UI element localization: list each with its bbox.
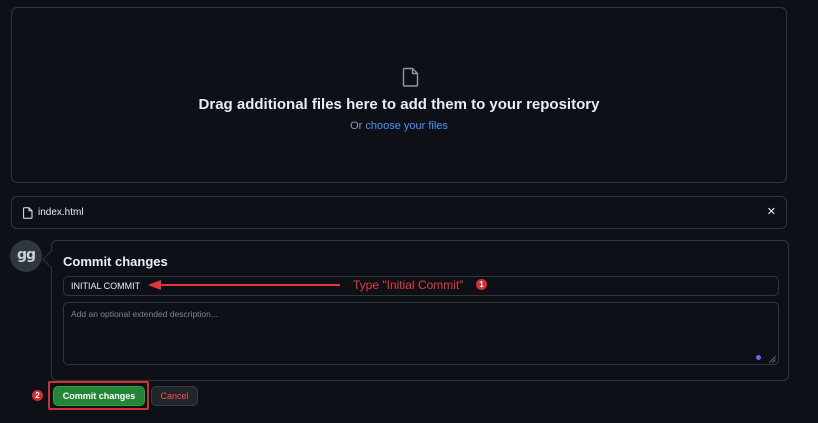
commit-description-input[interactable]: [63, 302, 779, 365]
step-badge-2: 2: [32, 390, 43, 401]
file-dropzone[interactable]: Drag additional files here to add them t…: [11, 7, 787, 183]
file-icon: [402, 67, 419, 87]
dropzone-subtitle: Or choose your files: [12, 120, 786, 132]
cancel-button[interactable]: Cancel: [151, 386, 198, 406]
annotation-step1-text: Type "Initial Commit": [353, 278, 464, 292]
file-icon: [23, 207, 33, 219]
step-badge-1: 1: [476, 279, 487, 290]
close-icon[interactable]: ✕: [767, 205, 776, 219]
assistant-dot-icon: [756, 355, 761, 360]
annotation-arrow: [148, 280, 340, 290]
avatar-glyph: gg: [16, 247, 36, 263]
dropzone-title: Drag additional files here to add them t…: [198, 96, 600, 113]
commit-changes-panel: Commit changes: [42, 240, 789, 381]
commit-title: Commit changes: [63, 254, 168, 269]
panel-caret: [42, 250, 61, 269]
avatar: gg: [10, 240, 42, 272]
file-name: index.html: [38, 207, 84, 218]
uploaded-file-row: index.html ✕: [11, 196, 787, 229]
commit-changes-button[interactable]: Commit changes: [53, 386, 145, 406]
choose-files-link[interactable]: choose your files: [365, 120, 448, 132]
resize-grip-icon[interactable]: [769, 356, 776, 363]
dropzone-subtitle-prefix: Or: [350, 120, 366, 132]
